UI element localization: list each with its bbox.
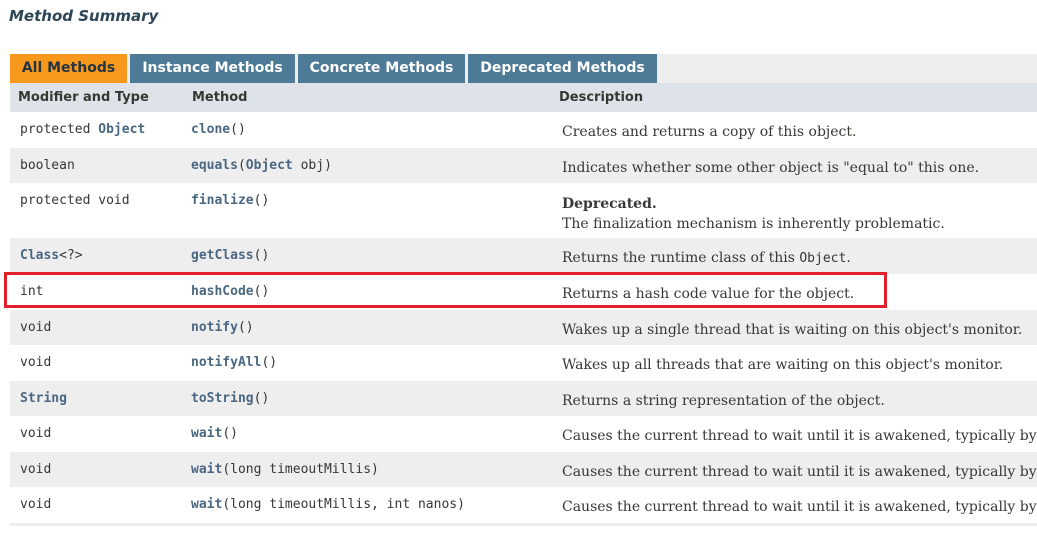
description-cell: Creates and returns a copy of this objec…: [562, 124, 857, 140]
method-cell: finalize(): [191, 193, 270, 208]
method-link[interactable]: wait: [191, 497, 222, 512]
method-cell: wait(): [191, 426, 238, 441]
method-link[interactable]: notify: [191, 320, 238, 335]
type-link[interactable]: Class: [20, 248, 59, 263]
table-row: void wait() Causes the current thread to…: [10, 416, 1037, 452]
description-cell: Wakes up all threads that are waiting on…: [562, 357, 1004, 373]
column-header-method: Method: [192, 90, 248, 105]
modifier-cell: int: [20, 284, 44, 299]
column-header-modifier: Modifier and Type: [18, 90, 149, 105]
method-link[interactable]: equals: [191, 158, 238, 173]
type-link[interactable]: Object: [98, 122, 145, 137]
modifier-cell: void: [20, 426, 52, 441]
description-cell: Causes the current thread to wait until …: [562, 464, 1037, 480]
method-link[interactable]: clone: [191, 122, 230, 137]
description-cell: Returns the runtime class of this Object…: [562, 250, 851, 266]
method-link[interactable]: wait: [191, 426, 222, 441]
table-row: void notifyAll() Wakes up all threads th…: [10, 345, 1037, 381]
description-cell: Returns a hash code value for the object…: [562, 286, 855, 302]
table-row: Class<?> getClass() Returns the runtime …: [10, 238, 1037, 274]
table-row: void wait(long timeoutMillis) Causes the…: [10, 452, 1037, 487]
param-type-link[interactable]: Object: [246, 158, 293, 173]
method-cell: hashCode(): [191, 284, 270, 299]
description-cell: Causes the current thread to wait until …: [562, 428, 1037, 444]
method-link[interactable]: finalize: [191, 193, 254, 208]
modifier-cell: protected void: [20, 193, 130, 208]
table-row: void wait(long timeoutMillis, int nanos)…: [10, 487, 1037, 523]
description-cell: Indicates whether some other object is "…: [562, 160, 980, 176]
method-link[interactable]: hashCode: [191, 284, 254, 299]
method-cell: notify(): [191, 320, 254, 335]
modifier-cell: Class<?>: [20, 248, 83, 263]
method-link[interactable]: notifyAll: [191, 355, 261, 370]
tab-deprecated-methods[interactable]: Deprecated Methods: [468, 54, 657, 83]
tab-instance-methods[interactable]: Instance Methods: [130, 54, 295, 83]
table-row: protected void finalize() Deprecated. The…: [10, 183, 1037, 238]
method-cell: toString(): [191, 391, 270, 406]
method-cell: clone(): [191, 122, 246, 137]
method-cell: wait(long timeoutMillis): [191, 462, 379, 477]
method-link[interactable]: getClass: [191, 248, 254, 263]
modifier-cell: void: [20, 320, 52, 335]
modifier-cell: void: [20, 497, 52, 512]
description-cell: Returns a string representation of the o…: [562, 393, 885, 409]
table-row: void notify() Wakes up a single thread t…: [10, 310, 1037, 345]
method-cell: equals(Object obj): [191, 158, 332, 173]
description-cell: Deprecated. The finalization mechanism is…: [562, 196, 945, 232]
table-header: Modifier and Type Method Description: [10, 83, 1037, 112]
method-link[interactable]: wait: [191, 462, 222, 477]
method-cell: notifyAll(): [191, 355, 278, 370]
description-cell: Causes the current thread to wait until …: [562, 499, 1037, 515]
table-row: String toString() Returns a string repre…: [10, 381, 1037, 416]
modifier-cell: String: [20, 391, 67, 406]
table-row: protected Object clone() Creates and ret…: [10, 112, 1037, 148]
modifier-cell: protected Object: [20, 122, 146, 137]
tab-all-methods[interactable]: All Methods: [10, 54, 127, 83]
deprecated-label: Deprecated.: [562, 196, 657, 212]
method-cell: getClass(): [191, 248, 270, 263]
type-link[interactable]: String: [20, 391, 67, 406]
description-cell: Wakes up a single thread that is waiting…: [562, 322, 1023, 338]
modifier-cell: void: [20, 462, 52, 477]
table-row: boolean equals(Object obj) Indicates whe…: [10, 148, 1037, 183]
method-link[interactable]: toString: [191, 391, 254, 406]
column-header-description: Description: [559, 90, 644, 105]
method-cell: wait(long timeoutMillis, int nanos): [191, 497, 465, 512]
table-row-highlighted: int hashCode() Returns a hash code value…: [10, 274, 1037, 310]
section-title: Method Summary: [9, 7, 159, 25]
modifier-cell: void: [20, 355, 52, 370]
tab-concrete-methods[interactable]: Concrete Methods: [298, 54, 465, 83]
modifier-cell: boolean: [20, 158, 75, 173]
